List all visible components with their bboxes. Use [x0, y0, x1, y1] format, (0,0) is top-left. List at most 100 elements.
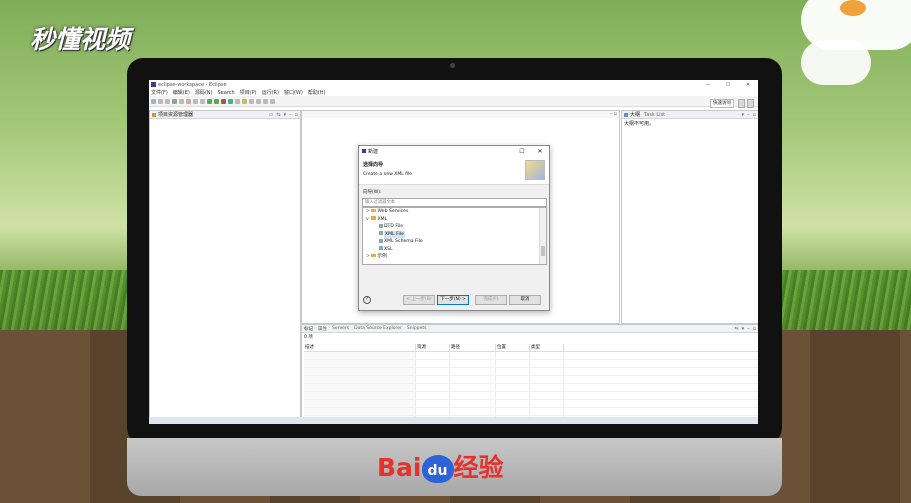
menu-search[interactable]: Search [218, 90, 235, 96]
menu-file[interactable]: 文件(F) [151, 89, 168, 96]
outline-icon [624, 112, 628, 117]
dialog-title: 新建 [368, 148, 379, 155]
filter-input[interactable]: 输入过滤器文本 [362, 198, 547, 207]
wizard-banner-icon [525, 160, 545, 180]
skip-icon[interactable] [179, 98, 184, 104]
java-ee-perspective-icon[interactable] [747, 99, 754, 108]
new-class-icon[interactable] [228, 98, 233, 104]
dialog-maximize-button[interactable]: ☐ [513, 148, 531, 155]
menu-window[interactable]: 窗口(W) [284, 89, 303, 96]
view-menu-icon[interactable]: ▾ [742, 326, 745, 332]
task-list-tab[interactable]: Task List [644, 112, 665, 118]
open-type-icon[interactable] [235, 98, 240, 104]
menu-run[interactable]: 运行(R) [262, 89, 279, 96]
marker-count: 0 项 [304, 335, 313, 340]
tree-item[interactable]: v XML [363, 216, 546, 224]
maximize-view-icon[interactable]: ▫ [753, 112, 756, 118]
table-row [304, 352, 758, 360]
next-button[interactable]: 下一步(N) > [437, 295, 469, 305]
minimize-view-icon[interactable]: – [289, 112, 292, 118]
tree-item-label: XML File [384, 230, 405, 238]
filter-icon[interactable]: ⇋ [734, 326, 738, 332]
open-perspective-icon[interactable] [738, 99, 745, 108]
window-titlebar: eclipse-workspace - Eclipse — ☐ ✕ [149, 80, 758, 89]
link-editor-icon[interactable]: ⇆ [276, 112, 280, 118]
view-menu-icon[interactable]: ▾ [742, 112, 745, 118]
dialog-subtitle: Create a new XML file [363, 172, 413, 177]
terminate-icon[interactable] [186, 98, 191, 104]
maximize-editor-icon[interactable]: ▫ [614, 111, 617, 118]
perspective-switcher [738, 99, 754, 108]
maximize-view-icon[interactable]: ▫ [753, 326, 756, 332]
menu-help[interactable]: 帮助(H) [308, 89, 326, 96]
scrollbar-thumb[interactable] [541, 246, 545, 256]
menu-project[interactable]: 项目(P) [240, 89, 257, 96]
project-explorer-tab[interactable]: 项目资源管理器 [158, 111, 193, 118]
column-type[interactable]: 类型 [530, 344, 564, 351]
back-button[interactable]: < 上一步(B) [403, 295, 435, 305]
minimize-editor-icon[interactable]: – [610, 111, 613, 118]
tree-item[interactable]: XSL [363, 246, 546, 254]
column-resource[interactable]: 资源 [416, 344, 450, 351]
dialog-close-button[interactable]: ✕ [531, 148, 549, 155]
column-description[interactable]: 描述 [304, 344, 416, 351]
collapse-all-icon[interactable]: ▭ [269, 112, 274, 118]
column-location[interactable]: 位置 [496, 344, 530, 351]
menu-source[interactable]: 源码(N) [195, 89, 213, 96]
tree-item[interactable]: DTD File [363, 223, 546, 231]
external-tools-icon[interactable] [221, 98, 226, 104]
dialog-body: 向导(W): 输入过滤器文本 > Web Services v XML DTD File… [359, 185, 549, 310]
folder-icon [371, 216, 376, 220]
quick-access-input[interactable]: 快速访问 [710, 99, 734, 108]
maximize-button[interactable]: ☐ [718, 82, 738, 88]
tab-properties[interactable]: 属性 [318, 326, 327, 332]
file-icon [379, 223, 383, 228]
cancel-button[interactable]: 取消 [509, 295, 541, 305]
file-icon [379, 246, 383, 250]
outline-pane: 大纲 Task List ▾ – ▫ 大纲不可用。 [621, 110, 758, 324]
finish-button[interactable]: 完成(F) [475, 295, 507, 305]
tree-item[interactable]: XML File [363, 230, 546, 238]
run-icon[interactable] [207, 98, 212, 104]
tab-servers[interactable]: Servers [332, 326, 349, 331]
menu-bar: 文件(F) 编辑(E) 源码(N) Search 项目(P) 运行(R) 窗口(… [149, 89, 758, 97]
minimize-view-icon[interactable]: – [747, 112, 750, 118]
new-icon[interactable] [151, 98, 156, 104]
wizard-tree: > Web Services v XML DTD File XML File XML Sch… [362, 207, 547, 265]
search-icon[interactable] [249, 98, 254, 104]
tab-data-source-explorer[interactable]: Data Source Explorer [354, 326, 402, 331]
step-over-icon[interactable] [200, 98, 205, 104]
markers-pane: 标记 属性 Servers Data Source Explorer Snipp… [301, 324, 758, 424]
forward-icon[interactable] [270, 98, 275, 104]
column-path[interactable]: 路径 [450, 344, 496, 351]
open-folder-icon[interactable] [242, 98, 247, 104]
minimize-view-icon[interactable]: – [747, 326, 750, 332]
dialog-titlebar: 新建 ☐ ✕ [359, 146, 549, 156]
view-menu-icon[interactable]: ▾ [284, 112, 287, 118]
new-wizard-dialog: 新建 ☐ ✕ 选择向导 Create a new XML file 向导(W):… [358, 145, 550, 311]
annotation-icon[interactable] [256, 98, 261, 104]
flower-decoration [840, 0, 866, 16]
maximize-view-icon[interactable]: ▫ [295, 112, 298, 118]
tree-item[interactable]: > 示例 [363, 253, 546, 261]
help-icon[interactable]: ? [363, 296, 371, 304]
save-all-icon[interactable] [165, 98, 170, 104]
outline-tab[interactable]: 大纲 [630, 111, 640, 118]
debug-icon[interactable] [172, 98, 177, 104]
tree-item-label: DTD File [384, 224, 404, 229]
markers-table: 描述 资源 路径 位置 类型 [304, 344, 758, 424]
eclipse-icon [151, 82, 156, 87]
tree-item[interactable]: > Web Services [363, 208, 546, 216]
back-icon[interactable] [263, 98, 268, 104]
tree-scrollbar[interactable] [539, 208, 546, 264]
tree-item[interactable]: XML Schema File [363, 238, 546, 246]
save-icon[interactable] [158, 98, 163, 104]
minimize-button[interactable]: — [698, 82, 718, 88]
tab-markers[interactable]: 标记 [304, 326, 313, 332]
run-ext-icon[interactable] [214, 98, 219, 104]
tab-snippets[interactable]: Snippets [407, 326, 427, 331]
menu-edit[interactable]: 编辑(E) [173, 89, 190, 96]
step-icon[interactable] [193, 98, 198, 104]
eclipse-window: eclipse-workspace - Eclipse — ☐ ✕ 文件(F) … [149, 80, 758, 424]
close-button[interactable]: ✕ [738, 82, 758, 88]
